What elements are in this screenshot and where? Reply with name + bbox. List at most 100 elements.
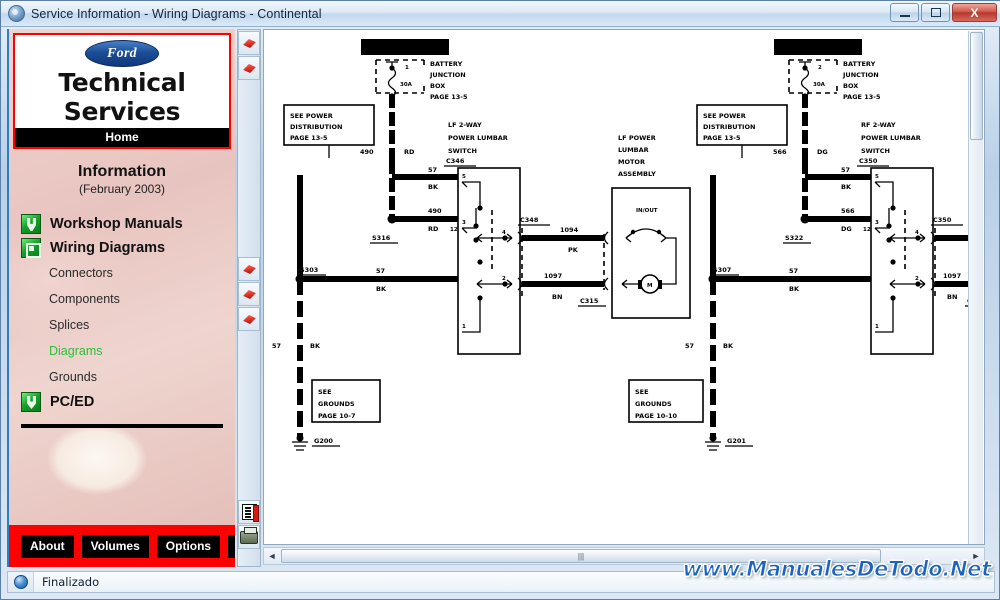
sg-line2: GROUNDS — [318, 400, 355, 408]
connector-motor-label: C315 — [580, 297, 599, 305]
application-window: Service Information - Wiring Diagrams - … — [0, 0, 1000, 600]
options-button[interactable]: Options — [157, 535, 220, 558]
sidebar-nav: Workshop Manuals Wiring Diagrams Connect… — [9, 212, 235, 414]
scroll-left-arrow[interactable]: ◄ — [264, 548, 280, 564]
sidebar-item-connectors[interactable]: Connectors — [9, 260, 235, 286]
out-wire1-number: 1094 — [560, 226, 579, 234]
about-button[interactable]: About — [21, 535, 74, 558]
gnd-top-color-right: BK — [841, 183, 852, 191]
bjb-line2-right: JUNCTION — [842, 71, 879, 79]
sidebar-item-splices[interactable]: Splices — [9, 312, 235, 338]
hot-label: HOT AT ALL TIMES — [370, 46, 427, 52]
switch-title2-right: POWER LUMBAR — [861, 134, 921, 142]
brand-title: Technical Services — [15, 68, 229, 126]
sidebar-item-pced[interactable]: PC/ED — [9, 390, 235, 414]
hot-label-right: HOT AT ALL TIMES — [783, 46, 840, 52]
bookmark-button-4[interactable] — [238, 282, 260, 306]
diagram-box-icon — [21, 238, 41, 258]
lumbar-switch-box — [458, 168, 520, 354]
document-list-button[interactable] — [238, 500, 260, 524]
feed-wire-number: 490 — [360, 148, 374, 156]
bookmark-button-3[interactable] — [238, 257, 260, 281]
ford-logo-text: Ford — [107, 46, 137, 62]
feed-wire-number-right: 566 — [773, 148, 787, 156]
sidebar-item-wiring-diagrams[interactable]: Wiring Diagrams — [9, 236, 235, 260]
gnd-run-number: 57 — [272, 342, 281, 350]
information-title: Information — [9, 163, 235, 181]
gnd-top-number-right: 57 — [841, 166, 850, 174]
motor-title3: MOTOR — [618, 158, 645, 166]
ground-id: G200 — [314, 437, 333, 445]
toolstrip-spacer — [238, 331, 260, 499]
toolstrip-track — [238, 80, 260, 256]
window-title: Service Information - Wiring Diagrams - … — [31, 7, 322, 21]
status-icon-cell — [8, 572, 34, 592]
sidebar-button-bar: About Volumes Options Exit — [9, 525, 235, 567]
branch-wire-number: 490 — [428, 207, 442, 215]
gnd-top-color: BK — [428, 183, 439, 191]
red-bookmark-icon — [242, 314, 256, 325]
switch-title2: POWER LUMBAR — [448, 134, 508, 142]
red-bookmark-icon — [242, 38, 256, 49]
diagram-viewer[interactable]: .lbl { font-size:7.5px; font-weight:bold… — [263, 29, 985, 545]
home-button[interactable]: Home — [15, 128, 229, 147]
sidebar-divider — [21, 424, 223, 428]
window-controls: X — [890, 3, 997, 22]
bookmark-button-1[interactable] — [238, 31, 260, 55]
pced-icon — [21, 392, 41, 412]
bjb-line4-right: PAGE 13-5 — [843, 93, 881, 101]
bookmark-button-2[interactable] — [238, 56, 260, 80]
switch-title3: SWITCH — [448, 147, 477, 155]
pd-line3: PAGE 13-5 — [290, 134, 328, 142]
sidebar-item-diagrams[interactable]: Diagrams — [9, 338, 235, 364]
feed-wire-color-right: DG — [817, 148, 828, 156]
exit-button[interactable]: Exit — [228, 535, 235, 558]
switch-pin-3: 3 — [462, 220, 466, 226]
close-icon: X — [970, 7, 978, 19]
red-bookmark-icon — [242, 63, 256, 74]
motor-title4: ASSEMBLY — [618, 170, 656, 178]
brand-header[interactable]: Ford Technical Services Home — [13, 33, 231, 149]
red-bookmark-icon — [242, 289, 256, 300]
app-globe-icon — [8, 5, 25, 22]
volumes-button[interactable]: Volumes — [82, 535, 149, 558]
switch-pin-4-right: 4 — [915, 230, 919, 236]
globe-icon — [14, 575, 28, 589]
pd-line3-right: PAGE 13-5 — [703, 134, 741, 142]
branch-wire-number-right: 566 — [841, 207, 855, 215]
sidebar-item-grounds[interactable]: Grounds — [9, 364, 235, 390]
close-button[interactable]: X — [952, 3, 997, 22]
sidebar: Ford Technical Services Home Information… — [7, 29, 235, 567]
sg-line3-right: PAGE 10-10 — [635, 412, 678, 420]
vertical-toolstrip — [237, 29, 261, 567]
title-bar: Service Information - Wiring Diagrams - … — [1, 1, 1000, 27]
gnd-branch-number: 57 — [376, 267, 385, 275]
sidebar-item-components[interactable]: Components — [9, 286, 235, 312]
vertical-scrollbar-thumb[interactable] — [970, 32, 983, 140]
bjb-line4: PAGE 13-5 — [430, 93, 468, 101]
minimize-button[interactable] — [890, 3, 919, 22]
fuse-rating: 30A — [400, 82, 413, 88]
pd-line1: SEE POWER — [290, 112, 333, 120]
vertical-scrollbar[interactable] — [968, 31, 983, 545]
bookmark-button-5[interactable] — [238, 307, 260, 331]
switch-title3-right: SWITCH — [861, 147, 890, 155]
switch-pin-2-right: 2 — [915, 276, 919, 282]
sg-line1: SEE — [318, 388, 332, 396]
bjb-line1-right: BATTERY — [843, 60, 876, 68]
print-button[interactable] — [238, 525, 260, 549]
gnd-branch-color: BK — [376, 285, 387, 293]
out-wire2-number-right: 1097 — [943, 272, 961, 280]
sidebar-item-label: Workshop Manuals — [50, 216, 183, 232]
maximize-button[interactable] — [921, 3, 950, 22]
switch-pin-5: 5 — [462, 174, 466, 180]
switch-title1-right: RF 2-WAY — [861, 121, 896, 129]
sidebar-item-label: Wiring Diagrams — [50, 240, 165, 256]
switch-title1: LF 2-WAY — [448, 121, 482, 129]
fuse-number: 1 — [405, 65, 409, 71]
site-watermark: www.ManualesDeTodo.Net — [683, 557, 991, 581]
printer-icon — [240, 531, 258, 544]
sidebar-item-workshop-manuals[interactable]: Workshop Manuals — [9, 212, 235, 236]
motor-title1: LF POWER — [618, 134, 656, 142]
connector-switch-label-right: C350 — [859, 157, 878, 165]
